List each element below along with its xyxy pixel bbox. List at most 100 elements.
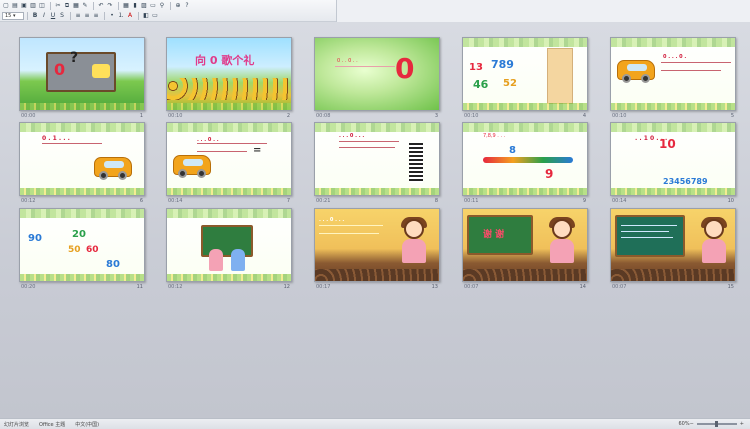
slide-4-paper-strip: [547, 48, 573, 104]
insert-table-icon[interactable]: ▦: [122, 2, 130, 10]
font-color-icon[interactable]: A: [126, 12, 134, 20]
slide-7-equals: =: [253, 145, 262, 156]
slide-thumbnail-14[interactable]: 谢 谢: [462, 208, 588, 282]
slide-6-line: [42, 143, 102, 144]
slide-thumbnail-10[interactable]: . . 1 0 . . . 10 23456789: [610, 122, 736, 196]
slide-13-teacher: [399, 217, 429, 263]
align-right-icon[interactable]: ≡: [92, 12, 100, 20]
bullets-icon[interactable]: •: [108, 12, 116, 20]
underline-icon[interactable]: U: [49, 12, 57, 20]
slide-2-sunflowers: [167, 78, 291, 100]
toolbar-separator: [93, 2, 94, 10]
copy-icon[interactable]: ⧉: [63, 2, 71, 10]
design-icon[interactable]: ◧: [142, 12, 150, 20]
slide-11-num-20: 20: [72, 229, 86, 240]
slide-3-text: 0 . . 0 . .: [337, 58, 358, 64]
slide-thumbnail-4[interactable]: 13 789 46 52: [462, 37, 588, 111]
align-left-icon[interactable]: ≡: [74, 12, 82, 20]
paste-icon[interactable]: ▦: [72, 2, 80, 10]
new-slide-icon[interactable]: ▭: [151, 12, 159, 20]
toolbar-separator: [104, 12, 105, 20]
insert-chart-icon[interactable]: ▮: [131, 2, 139, 10]
slide-11-num-80: 80: [106, 259, 120, 270]
slide-time-14: 00:07: [464, 284, 479, 290]
slide-9-num-8: 8: [509, 145, 516, 156]
slide-number-15: 15: [727, 284, 734, 290]
slide-10-sequence: 23456789: [663, 177, 708, 186]
insert-picture-icon[interactable]: ▨: [140, 2, 148, 10]
print-icon[interactable]: ▥: [29, 2, 37, 10]
slide-5-line: [661, 62, 731, 63]
slide-thumbnail-12[interactable]: [166, 208, 292, 282]
cut-icon[interactable]: ✂: [54, 2, 62, 10]
status-bar: 幻灯片浏览 Office 主题 中文(中国) 60% − +: [0, 418, 750, 429]
zoom-slider[interactable]: [696, 421, 737, 427]
slide-thumbnail-9[interactable]: 7,8,9 . . . 8 9: [462, 122, 588, 196]
zoom-level[interactable]: 60%: [678, 421, 689, 427]
slide-thumbnail-11[interactable]: 90 20 50 60 80: [19, 208, 145, 282]
slide-time-13: 00:17: [316, 284, 331, 290]
slide-15-line: [621, 231, 669, 232]
slide-time-2: 00:10: [168, 113, 183, 119]
numbering-icon[interactable]: ⒈: [117, 12, 125, 20]
format-painter-icon[interactable]: ✎: [81, 2, 89, 10]
slide-thumbnail-15[interactable]: [610, 208, 736, 282]
redo-icon[interactable]: ↷: [106, 2, 114, 10]
slide-thumbnail-13[interactable]: . . . 0 . . .: [314, 208, 440, 282]
status-language[interactable]: 中文(中国): [75, 421, 99, 428]
zoom-in-icon[interactable]: +: [740, 421, 744, 427]
slide-thumbnail-6[interactable]: 0 . 1 . . .: [19, 122, 145, 196]
italic-icon[interactable]: I: [40, 12, 48, 20]
slide-11-leaves: [20, 209, 144, 218]
undo-icon[interactable]: ↶: [97, 2, 105, 10]
slide-sorter[interactable]: 0 ? 向 0 歌个礼 0 0 . . 0 . . 13 789 46 52 0…: [0, 22, 750, 418]
slide-number-7: 7: [286, 198, 290, 204]
zoom-out-icon[interactable]: −: [690, 421, 694, 427]
slide-time-1: 00:00: [21, 113, 36, 119]
slide-thumbnail-5[interactable]: 0 . . . 0 .: [610, 37, 736, 111]
slide-15-line: [621, 225, 677, 226]
slide-number-13: 13: [431, 284, 438, 290]
open-icon[interactable]: ▤: [11, 2, 19, 10]
slide-13-line: [319, 225, 383, 226]
preview-icon[interactable]: ◫: [38, 2, 46, 10]
slide-8-ruler: [409, 143, 423, 183]
slide-4-num-789: 789: [491, 58, 514, 71]
slide-6-text: 0 . 1 . . .: [42, 135, 70, 142]
zoom-slider-knob[interactable]: [714, 421, 718, 427]
font-size-select[interactable]: 15 ▾: [2, 12, 24, 20]
slide-thumbnail-3[interactable]: 0 0 . . 0 . .: [314, 37, 440, 111]
shadow-icon[interactable]: S: [58, 12, 66, 20]
hyperlink-icon[interactable]: ⚲: [158, 2, 166, 10]
slide-10-num-10: 10: [659, 137, 676, 151]
slide-number-5: 5: [730, 113, 734, 119]
slide-10-leaves: [611, 123, 735, 132]
save-icon[interactable]: ▣: [20, 2, 28, 10]
slide-10-grass: [611, 188, 735, 195]
slide-15-audience: [611, 269, 735, 281]
slide-3-line: [335, 66, 395, 67]
insert-textbox-icon[interactable]: ▭: [149, 2, 157, 10]
zoom-icon[interactable]: ⊕: [174, 2, 182, 10]
slide-time-6: 00:12: [21, 198, 36, 204]
slide-7-line: [197, 143, 267, 144]
file-new-icon[interactable]: ▢: [2, 2, 10, 10]
slide-number-1: 1: [139, 113, 143, 119]
slide-thumbnail-7[interactable]: . . . 0 . . =: [166, 122, 292, 196]
slide-5-grass: [611, 103, 735, 110]
help-icon[interactable]: ?: [183, 2, 191, 10]
slide-8-leaves: [315, 123, 439, 132]
slide-thumbnail-8[interactable]: . . . 0 . . .: [314, 122, 440, 196]
slide-thumbnail-2[interactable]: 向 0 歌个礼: [166, 37, 292, 111]
slide-11-num-90: 90: [28, 233, 42, 244]
bold-icon[interactable]: B: [31, 12, 39, 20]
slide-1-sticker: [92, 64, 110, 78]
slide-2-title: 向 0 歌个礼: [195, 54, 255, 67]
slide-number-14: 14: [579, 284, 586, 290]
slide-number-6: 6: [139, 198, 143, 204]
slide-13-audience: [315, 269, 439, 281]
slide-11-num-50: 50: [68, 245, 81, 255]
align-center-icon[interactable]: ≡: [83, 12, 91, 20]
slide-1-grass: [20, 103, 144, 110]
slide-thumbnail-1[interactable]: 0 ?: [19, 37, 145, 111]
